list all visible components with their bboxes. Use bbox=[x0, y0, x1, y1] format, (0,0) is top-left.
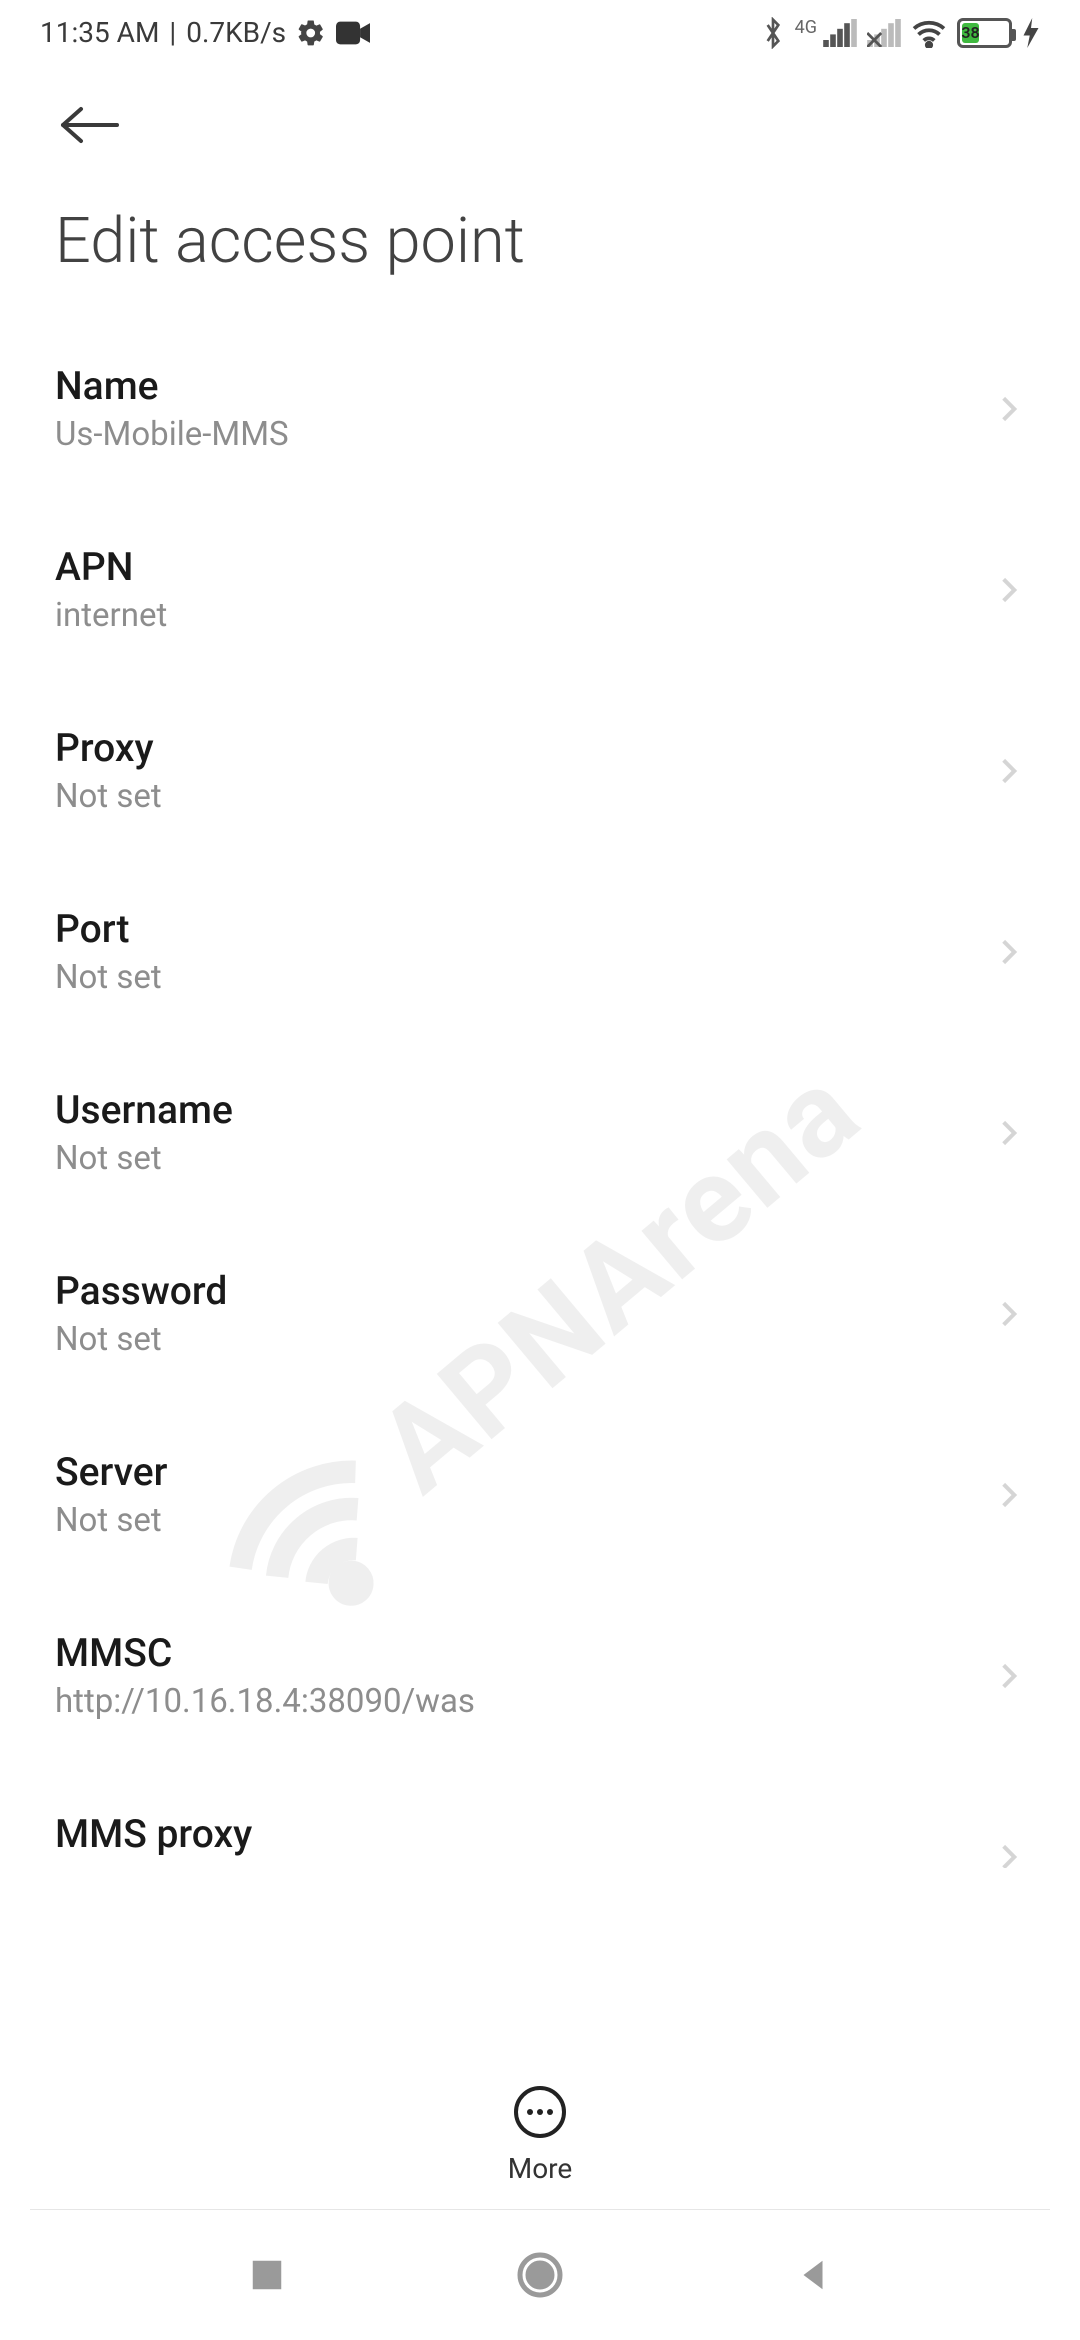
chevron-right-icon bbox=[993, 1841, 1025, 1869]
back-button[interactable] bbox=[55, 105, 125, 145]
row-password[interactable]: Password Not set bbox=[0, 1223, 1080, 1404]
chevron-right-icon bbox=[993, 1660, 1025, 1692]
row-label: Password bbox=[55, 1268, 227, 1314]
nav-bar bbox=[0, 2210, 1080, 2340]
charging-icon bbox=[1022, 18, 1040, 48]
camera-icon bbox=[336, 21, 370, 45]
row-value: http://10.16.18.4:38090/was bbox=[55, 1682, 475, 1721]
row-proxy[interactable]: Proxy Not set bbox=[0, 680, 1080, 861]
status-bar: 11:35 AM | 0.7KB/s 4G 38 bbox=[0, 0, 1080, 65]
row-port[interactable]: Port Not set bbox=[0, 861, 1080, 1042]
chevron-right-icon bbox=[993, 1117, 1025, 1149]
row-label: Server bbox=[55, 1449, 167, 1495]
row-value: internet bbox=[55, 596, 167, 635]
row-value: Us-Mobile-MMS bbox=[55, 415, 289, 454]
status-time: 11:35 AM bbox=[40, 16, 159, 49]
bottom-action-bar: More bbox=[0, 2072, 1080, 2185]
row-server[interactable]: Server Not set bbox=[0, 1404, 1080, 1585]
status-left: 11:35 AM | 0.7KB/s bbox=[40, 16, 370, 49]
row-value: Not set bbox=[55, 958, 162, 997]
settings-list: APNArena Name Us-Mobile-MMS APN internet… bbox=[0, 318, 1080, 1868]
chevron-right-icon bbox=[993, 1479, 1025, 1511]
more-button[interactable] bbox=[512, 2084, 568, 2140]
row-label: Name bbox=[55, 363, 289, 409]
row-name[interactable]: Name Us-Mobile-MMS bbox=[0, 318, 1080, 499]
status-right: 4G 38 bbox=[761, 17, 1040, 49]
row-label: Proxy bbox=[55, 725, 162, 771]
gear-icon bbox=[296, 18, 326, 48]
row-value: Not set bbox=[55, 1501, 167, 1540]
row-username[interactable]: Username Not set bbox=[0, 1042, 1080, 1223]
nav-recents-button[interactable] bbox=[242, 2250, 292, 2300]
status-separator: | bbox=[169, 16, 176, 49]
row-mms-proxy[interactable]: MMS proxy 10.16.18.77 bbox=[0, 1766, 1080, 1868]
nav-back-button[interactable] bbox=[788, 2250, 838, 2300]
battery-percent: 38 bbox=[962, 23, 979, 43]
row-label: APN bbox=[55, 544, 167, 590]
header-row bbox=[0, 65, 1080, 155]
page-title: Edit access point bbox=[0, 155, 1080, 318]
signal-sim1-icon bbox=[823, 19, 857, 47]
row-label: MMS proxy bbox=[55, 1811, 252, 1857]
status-netspeed: 0.7KB/s bbox=[186, 16, 286, 49]
chevron-right-icon bbox=[993, 936, 1025, 968]
row-label: MMSC bbox=[55, 1630, 475, 1676]
battery-icon: 38 bbox=[957, 18, 1012, 48]
row-apn[interactable]: APN internet bbox=[0, 499, 1080, 680]
row-mmsc[interactable]: MMSC http://10.16.18.4:38090/was bbox=[0, 1585, 1080, 1766]
row-value: Not set bbox=[55, 1139, 233, 1178]
nav-home-button[interactable] bbox=[515, 2250, 565, 2300]
chevron-right-icon bbox=[993, 1298, 1025, 1330]
chevron-right-icon bbox=[993, 393, 1025, 425]
chevron-right-icon bbox=[993, 574, 1025, 606]
more-label: More bbox=[508, 2152, 573, 2185]
row-value: Not set bbox=[55, 777, 162, 816]
bluetooth-icon bbox=[761, 17, 785, 49]
wifi-icon bbox=[911, 18, 947, 48]
row-label: Username bbox=[55, 1087, 233, 1133]
network-tag: 4G bbox=[795, 17, 817, 38]
row-value: 10.16.18.77 bbox=[55, 1863, 252, 1868]
row-label: Port bbox=[55, 906, 162, 952]
row-value: Not set bbox=[55, 1320, 227, 1359]
chevron-right-icon bbox=[993, 755, 1025, 787]
signal-sim2-icon bbox=[867, 19, 901, 47]
